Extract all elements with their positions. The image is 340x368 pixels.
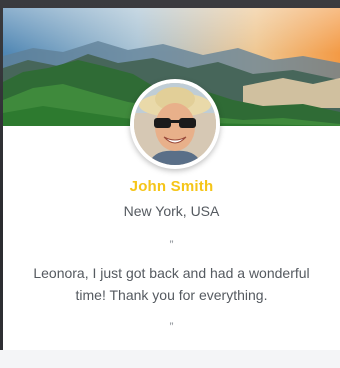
testimonial-card: John Smith New York, USA ” Leonora, I ju…: [3, 8, 340, 350]
profile-location: New York, USA: [123, 203, 220, 219]
profile-name: John Smith: [129, 178, 214, 195]
open-quote-mark: ”: [169, 238, 174, 252]
avatar: [134, 83, 216, 165]
page-footer-strip: [0, 350, 340, 368]
person-portrait-icon: [134, 83, 216, 165]
testimonial-text: Leonora, I just got back and had a wonde…: [33, 265, 310, 303]
close-quote-mark: ”: [169, 320, 174, 334]
avatar-frame: [130, 79, 220, 169]
app-background: John Smith New York, USA ” Leonora, I ju…: [0, 0, 340, 368]
